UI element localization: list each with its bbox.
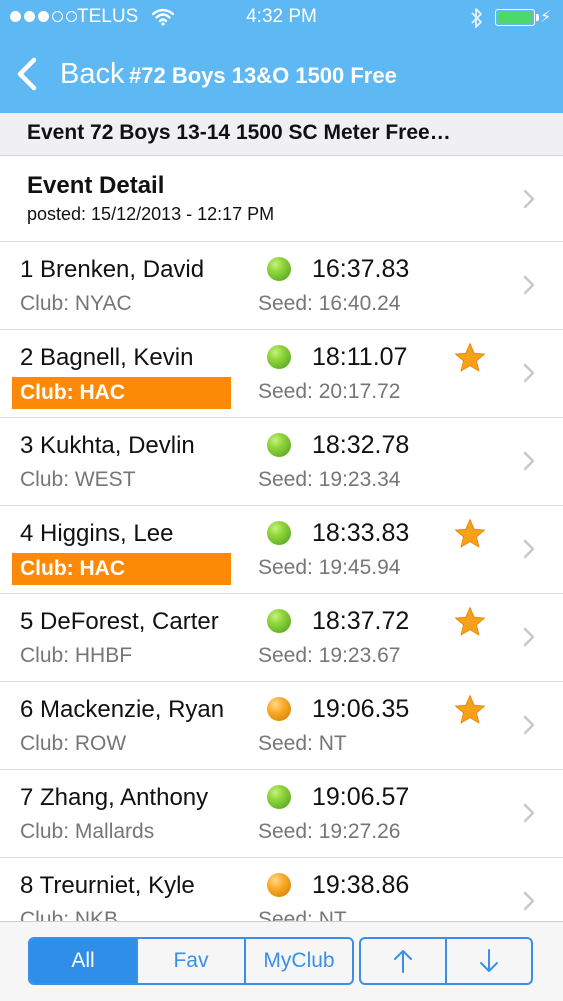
- result-row[interactable]: 6 Mackenzie, Ryan Club: ROW 19:06.35 Seed: …: [0, 681, 563, 770]
- sort-segmented-control: [359, 937, 533, 985]
- club-label: Club: NYAC: [20, 292, 132, 315]
- status-dot-icon: [267, 257, 291, 281]
- result-time: 18:32.78: [312, 431, 410, 459]
- result-row[interactable]: 8 Treurniet, Kyle Club: NKB 19:38.86 Seed: …: [0, 857, 563, 921]
- swimmer-name: 8 Treurniet, Kyle: [20, 872, 195, 899]
- sort-down-button[interactable]: [445, 939, 531, 983]
- result-row[interactable]: 1 Brenken, David Club: NYAC 16:37.83 Seed: …: [0, 241, 563, 330]
- status-dot-icon: [267, 433, 291, 457]
- status-dot-icon: [267, 345, 291, 369]
- result-time: 19:06.35: [312, 695, 410, 723]
- battery-icon: [495, 9, 539, 26]
- back-label: Back: [60, 57, 125, 90]
- result-time: 19:38.86: [312, 871, 410, 899]
- result-time: 19:06.57: [312, 783, 410, 811]
- chevron-right-icon: [523, 189, 535, 209]
- results-list[interactable]: 1 Brenken, David Club: NYAC 16:37.83 Seed: …: [0, 241, 563, 921]
- result-row[interactable]: 3 Kukhta, Devlin Club: WEST 18:32.78 Seed: …: [0, 417, 563, 506]
- bottom-toolbar: All Fav MyClub: [0, 921, 563, 1001]
- seed-time: Seed: NT: [258, 908, 347, 921]
- page-title: #72 Boys 13&O 1500 Free: [129, 63, 397, 88]
- result-row[interactable]: 2 Bagnell, Kevin Club: HAC 18:11.07 Seed: 2…: [0, 329, 563, 418]
- status-dot-icon: [267, 609, 291, 633]
- club-label: Club: NKB: [20, 908, 119, 921]
- seed-time: Seed: NT: [258, 732, 347, 755]
- club-label: Club: WEST: [20, 468, 136, 491]
- swimmer-name: 5 DeForest, Carter: [20, 608, 219, 635]
- event-title: Event 72 Boys 13-14 1500 SC Meter Free…: [27, 121, 451, 144]
- down-arrow-icon: [480, 949, 498, 972]
- result-time: 18:33.83: [312, 519, 410, 547]
- favorite-star-icon[interactable]: [453, 693, 487, 727]
- chevron-right-icon: [523, 803, 535, 823]
- status-dot-icon: [267, 873, 291, 897]
- seed-time: Seed: 19:27.26: [258, 820, 401, 843]
- status-dot-icon: [267, 521, 291, 545]
- seed-time: Seed: 19:45.94: [258, 556, 401, 579]
- event-detail-row[interactable]: Event Detail posted: 15/12/2013 - 12:17 …: [0, 155, 563, 242]
- chevron-right-icon: [523, 451, 535, 471]
- swimmer-name: 6 Mackenzie, Ryan: [20, 696, 225, 723]
- result-time: 16:37.83: [312, 255, 410, 283]
- result-row[interactable]: 7 Zhang, Anthony Club: Mallards 19:06.57 Se…: [0, 769, 563, 858]
- sort-up-button[interactable]: [361, 939, 445, 983]
- swimmer-name: 4 Higgins, Lee: [20, 520, 174, 547]
- swimmer-name: 3 Kukhta, Devlin: [20, 432, 195, 459]
- club-label: Club: HAC: [12, 553, 231, 585]
- chevron-right-icon: [523, 539, 535, 559]
- back-button[interactable]: Back: [12, 54, 124, 94]
- result-time: 18:37.72: [312, 607, 410, 635]
- club-label: Club: HHBF: [20, 644, 133, 667]
- charging-icon: ⚡: [540, 9, 552, 26]
- status-bar: TELUS 4:32 PM ⚡: [0, 0, 563, 36]
- club-label: Club: ROW: [20, 732, 127, 755]
- filter-segmented-control: All Fav MyClub: [28, 937, 354, 985]
- chevron-right-icon: [523, 891, 535, 911]
- chevron-right-icon: [523, 715, 535, 735]
- swimmer-name: 1 Brenken, David: [20, 256, 205, 283]
- chevron-right-icon: [523, 275, 535, 295]
- top-bar: TELUS 4:32 PM ⚡ Back #72 Boys 13&O 1500 …: [0, 0, 563, 113]
- seed-time: Seed: 20:17.72: [258, 380, 401, 403]
- chevron-left-icon: [17, 57, 37, 91]
- status-dot-icon: [267, 785, 291, 809]
- filter-all-button[interactable]: All: [30, 939, 136, 983]
- result-time: 18:11.07: [312, 343, 408, 371]
- posted-timestamp: posted: 15/12/2013 - 12:17 PM: [27, 204, 275, 224]
- event-header: Event 72 Boys 13-14 1500 SC Meter Free…: [0, 113, 563, 156]
- seed-time: Seed: 19:23.67: [258, 644, 401, 667]
- event-detail-title: Event Detail: [27, 172, 165, 199]
- favorite-star-icon[interactable]: [453, 605, 487, 639]
- result-row[interactable]: 4 Higgins, Lee Club: HAC 18:33.83 Seed: 19:…: [0, 505, 563, 594]
- swimmer-name: 7 Zhang, Anthony: [20, 784, 209, 811]
- chevron-right-icon: [523, 363, 535, 383]
- club-label: Club: HAC: [12, 377, 231, 409]
- status-dot-icon: [267, 697, 291, 721]
- favorite-star-icon[interactable]: [453, 341, 487, 375]
- result-row[interactable]: 5 DeForest, Carter Club: HHBF 18:37.72 Seed…: [0, 593, 563, 682]
- navigation-bar: Back #72 Boys 13&O 1500 Free: [0, 36, 563, 113]
- filter-fav-button[interactable]: Fav: [136, 939, 244, 983]
- swimmer-name: 2 Bagnell, Kevin: [20, 344, 194, 371]
- chevron-right-icon: [523, 627, 535, 647]
- club-label: Club: Mallards: [20, 820, 155, 843]
- seed-time: Seed: 19:23.34: [258, 468, 401, 491]
- seed-time: Seed: 16:40.24: [258, 292, 401, 315]
- up-arrow-icon: [394, 950, 412, 973]
- filter-myclub-button[interactable]: MyClub: [244, 939, 352, 983]
- bluetooth-icon: [471, 8, 482, 28]
- favorite-star-icon[interactable]: [453, 517, 487, 551]
